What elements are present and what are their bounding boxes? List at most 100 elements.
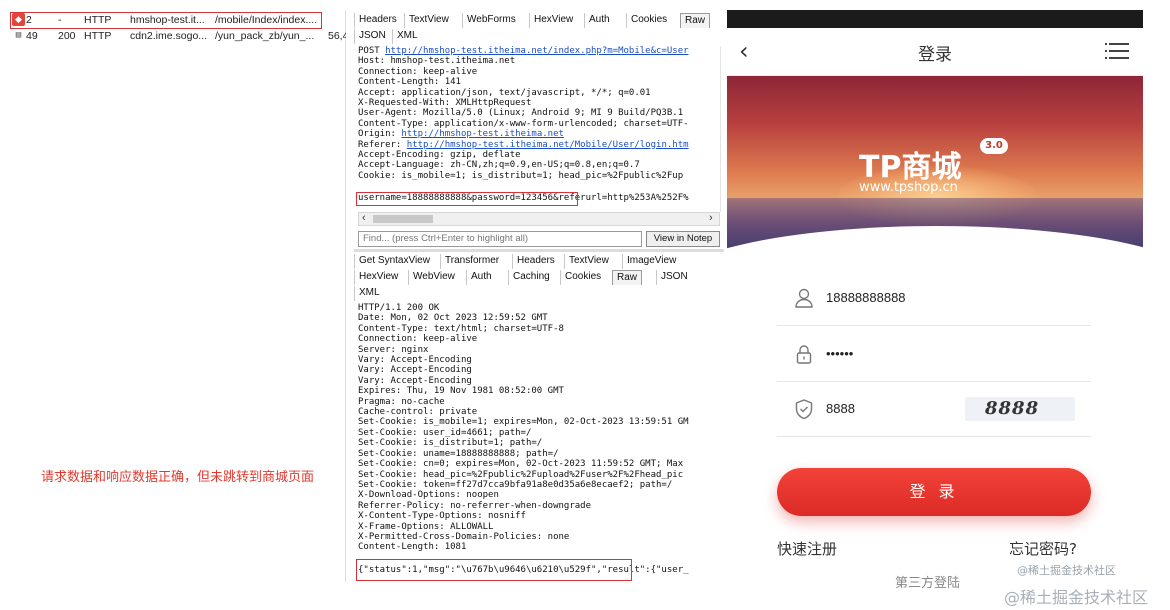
- captcha-image[interactable]: 8888: [965, 397, 1075, 421]
- header-line: Cache-control: private: [358, 407, 478, 418]
- scroll-thumb[interactable]: [373, 215, 433, 223]
- tab-get-syntaxview[interactable]: Get SyntaxView: [354, 254, 434, 269]
- tab-xml[interactable]: XML: [392, 29, 422, 44]
- find-input[interactable]: Find... (press Ctrl+Enter to highlight a…: [358, 231, 642, 247]
- username-field[interactable]: 18888888888: [777, 272, 1091, 326]
- origin-link[interactable]: http://hmshop-test.itheima.net: [401, 129, 564, 139]
- login-button[interactable]: 登 录: [777, 468, 1091, 516]
- document-icon: ▤: [15, 30, 22, 40]
- tab-webview[interactable]: WebView: [408, 270, 459, 285]
- brand-url: www.tpshop.cn: [859, 180, 958, 195]
- header-line: X-Download-Options: noopen: [358, 490, 499, 501]
- horizontal-scrollbar[interactable]: ‹ ›: [358, 212, 720, 226]
- banner-image: TP商城 3.0 www.tpshop.cn: [727, 76, 1143, 250]
- header-line: Server: nginx: [358, 344, 429, 355]
- highlight-box: [356, 559, 632, 581]
- header-line: Vary: Accept-Encoding: [358, 365, 472, 376]
- scroll-left-icon[interactable]: ‹: [362, 212, 366, 224]
- header-line: Set-Cookie: uname=18888888888; path=/: [358, 448, 559, 459]
- tab-hexview[interactable]: HexView: [529, 13, 577, 28]
- view-in-notepad-button[interactable]: View in Notep: [646, 231, 720, 247]
- header-line: HTTP/1.1 200 OK: [358, 303, 440, 313]
- captcha-image-text: 8888: [985, 398, 1040, 419]
- header-line: Set-Cookie: cn=0; expires=Mon, 02-Oct-20…: [358, 459, 684, 470]
- inspector-panel: Headers TextView WebForms HexView Auth C…: [354, 10, 724, 582]
- tab-headers[interactable]: Headers: [354, 13, 401, 28]
- header-line: Set-Cookie: head_pic=%2Fpublic%2Fupload%…: [358, 469, 684, 480]
- tab-textview[interactable]: TextView: [564, 254, 613, 269]
- tab-transformer[interactable]: Transformer: [440, 254, 503, 269]
- session-url: /yun_pack_zb/yun_...: [215, 30, 315, 42]
- annotation-note: 请求数据和响应数据正确，但未跳转到商城页面: [41, 470, 315, 485]
- response-tabbar: Get SyntaxView Transformer Headers TextV…: [354, 253, 724, 269]
- header-line: Pragma: no-cache: [358, 396, 445, 407]
- tab-cookies[interactable]: Cookies: [560, 270, 605, 285]
- session-body: 56,4: [328, 30, 346, 42]
- phone-screen: ‹ 登录 TP商城 3.0 www.tpshop.cn 18888888888 …: [727, 10, 1143, 610]
- session-row[interactable]: ◆ 2 - HTTP hmshop-test.it... /mobile/Ind…: [10, 12, 346, 29]
- header-line: Referrer-Policy: no-referrer-when-downgr…: [358, 500, 591, 511]
- session-host: cdn2.ime.sogo...: [130, 30, 208, 42]
- captcha-field[interactable]: 8888 8888: [777, 383, 1091, 437]
- tab-caching[interactable]: Caching: [508, 270, 554, 285]
- referer-link[interactable]: http://hmshop-test.itheima.net/Mobile/Us…: [407, 140, 689, 150]
- user-icon: [795, 288, 813, 308]
- header-line: Expires: Thu, 19 Nov 1981 08:52:00 GMT: [358, 386, 564, 397]
- request-tabbar: Headers TextView WebForms HexView Auth C…: [354, 12, 724, 28]
- tab-cookies[interactable]: Cookies: [626, 13, 671, 28]
- header-line: Vary: Accept-Encoding: [358, 375, 472, 386]
- tab-auth[interactable]: Auth: [466, 270, 496, 285]
- response-tabbar: XML: [354, 285, 724, 301]
- scroll-right-icon[interactable]: ›: [709, 212, 713, 224]
- username-value: 18888888888: [826, 290, 906, 305]
- header-line: Connection: keep-alive: [358, 66, 478, 77]
- header-line: Set-Cookie: token=ff27d7cca9bfa91a8e0d35…: [358, 479, 673, 490]
- request-method: POST: [358, 46, 386, 56]
- forgot-password-link[interactable]: 忘记密码?: [1009, 538, 1077, 559]
- header-line: X-Frame-Options: ALLOWALL: [358, 521, 494, 532]
- header-line: Host: hmshop-test.itheima.net: [358, 56, 516, 67]
- register-link[interactable]: 快速注册: [777, 538, 837, 559]
- version-badge: 3.0: [980, 138, 1008, 154]
- tab-headers[interactable]: Headers: [512, 254, 559, 269]
- captcha-value: 8888: [826, 401, 855, 416]
- tab-xml[interactable]: XML: [354, 286, 384, 301]
- header-line: X-Requested-With: XMLHttpRequest: [358, 98, 532, 109]
- response-raw-text: HTTP/1.1 200 OK Date: Mon, 02 Oct 2023 1…: [358, 303, 720, 557]
- header-line: Cookie: is_mobile=1; is_distribut=1; hea…: [358, 170, 684, 181]
- page-title: 登录: [918, 45, 952, 65]
- tab-textview[interactable]: TextView: [404, 13, 453, 28]
- header-line: X-Content-Type-Options: nosniff: [358, 511, 526, 522]
- session-result: 200: [58, 30, 76, 42]
- header-line: Set-Cookie: is_distribut=1; path=/: [358, 438, 543, 449]
- password-field[interactable]: ••••••: [777, 328, 1091, 382]
- header-label: Referer:: [358, 139, 407, 150]
- header-line: Set-Cookie: user_id=4661; path=/: [358, 427, 532, 438]
- session-id: 49: [26, 30, 38, 42]
- tab-raw[interactable]: Raw: [612, 270, 643, 285]
- tab-hexview[interactable]: HexView: [354, 270, 402, 285]
- tab-json[interactable]: JSON: [354, 29, 390, 44]
- pane-splitter[interactable]: [354, 249, 724, 252]
- request-tabbar: JSON XML: [354, 28, 724, 44]
- session-list: ◆ 2 - HTTP hmshop-test.it... /mobile/Ind…: [10, 10, 346, 582]
- request-url-link[interactable]: http://hmshop-test.itheima.net/index.php…: [385, 46, 688, 56]
- tab-auth[interactable]: Auth: [584, 13, 614, 28]
- menu-icon[interactable]: [1105, 40, 1129, 62]
- password-value: ••••••: [826, 346, 854, 361]
- watermark: @稀土掘金技术社区: [1017, 564, 1116, 577]
- lock-icon: [796, 345, 812, 364]
- session-row[interactable]: ▤ 49 200 HTTP cdn2.ime.sogo... /yun_pack…: [10, 28, 346, 44]
- tab-imageview[interactable]: ImageView: [622, 254, 680, 269]
- tab-json[interactable]: JSON: [656, 270, 692, 285]
- header-line: Set-Cookie: is_mobile=1; expires=Mon, 02…: [358, 417, 689, 428]
- highlight-box: [356, 192, 578, 206]
- tab-webforms[interactable]: WebForms: [462, 13, 520, 28]
- header-line: Accept: application/json, text/javascrip…: [358, 87, 651, 98]
- header-label: Origin:: [358, 129, 402, 140]
- request-raw-text: POST http://hmshop-test.itheima.net/inde…: [358, 46, 720, 188]
- app-header: ‹ 登录: [727, 28, 1143, 76]
- tab-raw[interactable]: Raw: [680, 13, 711, 28]
- page-watermark: @稀土掘金技术社区: [1004, 588, 1149, 607]
- header-line: Content-Length: 141: [358, 77, 461, 88]
